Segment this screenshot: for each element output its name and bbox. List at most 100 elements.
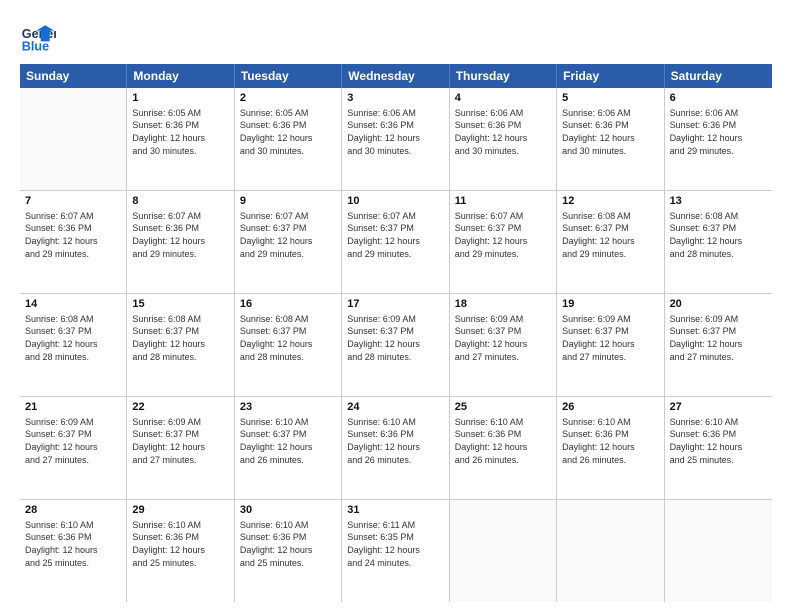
empty-cell	[665, 500, 772, 602]
day-info: Sunrise: 6:09 AM Sunset: 6:37 PM Dayligh…	[670, 313, 767, 363]
day-cell-2: 2Sunrise: 6:05 AM Sunset: 6:36 PM Daylig…	[235, 88, 342, 190]
day-cell-5: 5Sunrise: 6:06 AM Sunset: 6:36 PM Daylig…	[557, 88, 664, 190]
day-number: 29	[132, 503, 228, 518]
day-info: Sunrise: 6:10 AM Sunset: 6:36 PM Dayligh…	[455, 416, 551, 466]
day-cell-9: 9Sunrise: 6:07 AM Sunset: 6:37 PM Daylig…	[235, 191, 342, 293]
day-number: 13	[670, 194, 767, 209]
day-info: Sunrise: 6:07 AM Sunset: 6:37 PM Dayligh…	[455, 210, 551, 260]
day-cell-16: 16Sunrise: 6:08 AM Sunset: 6:37 PM Dayli…	[235, 294, 342, 396]
page: General Blue SundayMondayTuesdayWednesda…	[0, 0, 792, 612]
day-number: 25	[455, 400, 551, 415]
day-cell-14: 14Sunrise: 6:08 AM Sunset: 6:37 PM Dayli…	[20, 294, 127, 396]
weekday-header-sunday: Sunday	[20, 64, 127, 88]
day-cell-24: 24Sunrise: 6:10 AM Sunset: 6:36 PM Dayli…	[342, 397, 449, 499]
logo-icon: General Blue	[20, 18, 56, 54]
day-cell-12: 12Sunrise: 6:08 AM Sunset: 6:37 PM Dayli…	[557, 191, 664, 293]
day-cell-6: 6Sunrise: 6:06 AM Sunset: 6:36 PM Daylig…	[665, 88, 772, 190]
day-cell-10: 10Sunrise: 6:07 AM Sunset: 6:37 PM Dayli…	[342, 191, 449, 293]
day-cell-21: 21Sunrise: 6:09 AM Sunset: 6:37 PM Dayli…	[20, 397, 127, 499]
day-number: 28	[25, 503, 121, 518]
calendar-week-5: 28Sunrise: 6:10 AM Sunset: 6:36 PM Dayli…	[20, 500, 772, 602]
day-info: Sunrise: 6:10 AM Sunset: 6:36 PM Dayligh…	[670, 416, 767, 466]
header: General Blue	[20, 18, 772, 54]
day-cell-7: 7Sunrise: 6:07 AM Sunset: 6:36 PM Daylig…	[20, 191, 127, 293]
day-info: Sunrise: 6:09 AM Sunset: 6:37 PM Dayligh…	[562, 313, 658, 363]
day-number: 17	[347, 297, 443, 312]
day-info: Sunrise: 6:05 AM Sunset: 6:36 PM Dayligh…	[132, 107, 228, 157]
calendar-week-3: 14Sunrise: 6:08 AM Sunset: 6:37 PM Dayli…	[20, 294, 772, 397]
day-number: 15	[132, 297, 228, 312]
day-number: 1	[132, 91, 228, 106]
weekday-header-thursday: Thursday	[450, 64, 557, 88]
calendar: SundayMondayTuesdayWednesdayThursdayFrid…	[20, 64, 772, 602]
day-info: Sunrise: 6:08 AM Sunset: 6:37 PM Dayligh…	[132, 313, 228, 363]
day-cell-8: 8Sunrise: 6:07 AM Sunset: 6:36 PM Daylig…	[127, 191, 234, 293]
day-info: Sunrise: 6:07 AM Sunset: 6:37 PM Dayligh…	[240, 210, 336, 260]
day-number: 19	[562, 297, 658, 312]
day-number: 27	[670, 400, 767, 415]
day-info: Sunrise: 6:10 AM Sunset: 6:36 PM Dayligh…	[132, 519, 228, 569]
weekday-header-wednesday: Wednesday	[342, 64, 449, 88]
day-number: 7	[25, 194, 121, 209]
day-info: Sunrise: 6:05 AM Sunset: 6:36 PM Dayligh…	[240, 107, 336, 157]
day-info: Sunrise: 6:09 AM Sunset: 6:37 PM Dayligh…	[132, 416, 228, 466]
day-info: Sunrise: 6:11 AM Sunset: 6:35 PM Dayligh…	[347, 519, 443, 569]
day-number: 31	[347, 503, 443, 518]
day-cell-20: 20Sunrise: 6:09 AM Sunset: 6:37 PM Dayli…	[665, 294, 772, 396]
day-number: 5	[562, 91, 658, 106]
day-info: Sunrise: 6:06 AM Sunset: 6:36 PM Dayligh…	[347, 107, 443, 157]
weekday-header-saturday: Saturday	[665, 64, 772, 88]
day-info: Sunrise: 6:10 AM Sunset: 6:36 PM Dayligh…	[347, 416, 443, 466]
day-info: Sunrise: 6:08 AM Sunset: 6:37 PM Dayligh…	[240, 313, 336, 363]
day-info: Sunrise: 6:09 AM Sunset: 6:37 PM Dayligh…	[455, 313, 551, 363]
empty-cell	[557, 500, 664, 602]
day-number: 22	[132, 400, 228, 415]
day-number: 6	[670, 91, 767, 106]
day-cell-28: 28Sunrise: 6:10 AM Sunset: 6:36 PM Dayli…	[20, 500, 127, 602]
day-info: Sunrise: 6:07 AM Sunset: 6:36 PM Dayligh…	[25, 210, 121, 260]
day-cell-29: 29Sunrise: 6:10 AM Sunset: 6:36 PM Dayli…	[127, 500, 234, 602]
day-info: Sunrise: 6:10 AM Sunset: 6:36 PM Dayligh…	[562, 416, 658, 466]
weekday-header-friday: Friday	[557, 64, 664, 88]
day-info: Sunrise: 6:07 AM Sunset: 6:36 PM Dayligh…	[132, 210, 228, 260]
day-number: 2	[240, 91, 336, 106]
calendar-week-4: 21Sunrise: 6:09 AM Sunset: 6:37 PM Dayli…	[20, 397, 772, 500]
day-cell-30: 30Sunrise: 6:10 AM Sunset: 6:36 PM Dayli…	[235, 500, 342, 602]
svg-text:Blue: Blue	[22, 39, 49, 53]
day-number: 4	[455, 91, 551, 106]
day-cell-22: 22Sunrise: 6:09 AM Sunset: 6:37 PM Dayli…	[127, 397, 234, 499]
day-cell-23: 23Sunrise: 6:10 AM Sunset: 6:37 PM Dayli…	[235, 397, 342, 499]
day-info: Sunrise: 6:09 AM Sunset: 6:37 PM Dayligh…	[25, 416, 121, 466]
day-number: 24	[347, 400, 443, 415]
day-info: Sunrise: 6:06 AM Sunset: 6:36 PM Dayligh…	[670, 107, 767, 157]
calendar-body: 1Sunrise: 6:05 AM Sunset: 6:36 PM Daylig…	[20, 88, 772, 602]
day-info: Sunrise: 6:10 AM Sunset: 6:36 PM Dayligh…	[25, 519, 121, 569]
day-info: Sunrise: 6:08 AM Sunset: 6:37 PM Dayligh…	[25, 313, 121, 363]
day-info: Sunrise: 6:06 AM Sunset: 6:36 PM Dayligh…	[562, 107, 658, 157]
day-cell-3: 3Sunrise: 6:06 AM Sunset: 6:36 PM Daylig…	[342, 88, 449, 190]
day-info: Sunrise: 6:07 AM Sunset: 6:37 PM Dayligh…	[347, 210, 443, 260]
day-cell-13: 13Sunrise: 6:08 AM Sunset: 6:37 PM Dayli…	[665, 191, 772, 293]
day-number: 23	[240, 400, 336, 415]
day-cell-1: 1Sunrise: 6:05 AM Sunset: 6:36 PM Daylig…	[127, 88, 234, 190]
day-cell-4: 4Sunrise: 6:06 AM Sunset: 6:36 PM Daylig…	[450, 88, 557, 190]
day-number: 18	[455, 297, 551, 312]
day-cell-15: 15Sunrise: 6:08 AM Sunset: 6:37 PM Dayli…	[127, 294, 234, 396]
empty-cell	[20, 88, 127, 190]
day-cell-17: 17Sunrise: 6:09 AM Sunset: 6:37 PM Dayli…	[342, 294, 449, 396]
day-cell-25: 25Sunrise: 6:10 AM Sunset: 6:36 PM Dayli…	[450, 397, 557, 499]
logo: General Blue	[20, 18, 56, 54]
day-info: Sunrise: 6:09 AM Sunset: 6:37 PM Dayligh…	[347, 313, 443, 363]
day-cell-27: 27Sunrise: 6:10 AM Sunset: 6:36 PM Dayli…	[665, 397, 772, 499]
day-info: Sunrise: 6:10 AM Sunset: 6:37 PM Dayligh…	[240, 416, 336, 466]
day-number: 20	[670, 297, 767, 312]
day-number: 16	[240, 297, 336, 312]
day-number: 14	[25, 297, 121, 312]
day-cell-18: 18Sunrise: 6:09 AM Sunset: 6:37 PM Dayli…	[450, 294, 557, 396]
calendar-week-1: 1Sunrise: 6:05 AM Sunset: 6:36 PM Daylig…	[20, 88, 772, 191]
empty-cell	[450, 500, 557, 602]
day-number: 10	[347, 194, 443, 209]
calendar-week-2: 7Sunrise: 6:07 AM Sunset: 6:36 PM Daylig…	[20, 191, 772, 294]
day-number: 9	[240, 194, 336, 209]
day-number: 26	[562, 400, 658, 415]
